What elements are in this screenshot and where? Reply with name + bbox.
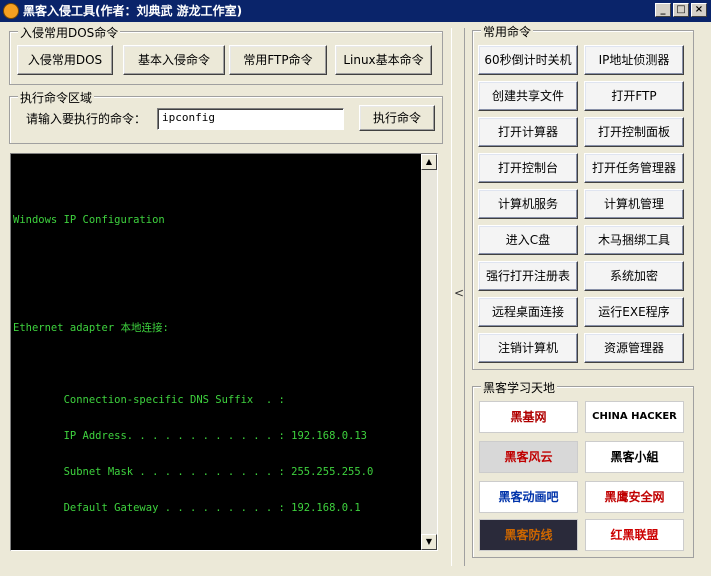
hacker-sites-group: 黑客学习天地 黑基网 CHINA HACKER 黑客风云 黑客小組 黑客动画吧 … <box>472 379 694 558</box>
window-title: 黑客入侵工具(作者：刘典武 游龙工作室) <box>23 4 243 18</box>
console-line: Default Gateway . . . . . . . . . : 192.… <box>13 502 361 514</box>
common-commands-title: 常用命令 <box>481 23 534 40</box>
open-control-panel-button[interactable]: 打开控制面板 <box>584 117 684 147</box>
hacker-group-logo[interactable]: 黑客小組 <box>585 441 684 473</box>
command-prompt-label: 请输入要执行的命令： <box>26 112 147 126</box>
open-task-manager-button[interactable]: 打开任务管理器 <box>584 153 684 183</box>
dos-group-title: 入侵常用DOS命令 <box>18 24 121 41</box>
app-icon <box>3 3 19 19</box>
ip-detector-button[interactable]: IP地址侦测器 <box>584 45 684 75</box>
exec-group-title: 执行命令区域 <box>18 89 95 106</box>
hackbase-logo[interactable]: 黑基网 <box>479 401 578 433</box>
console-output[interactable]: ​ Windows IP Configuration ​ ​ Ethernet … <box>10 153 438 551</box>
console-line: ​ <box>13 178 373 190</box>
enter-c-drive-button[interactable]: 进入C盘 <box>478 225 578 255</box>
collapse-arrow-icon[interactable]: < <box>454 286 464 300</box>
red-black-alliance-logo[interactable]: 红黑联盟 <box>585 519 684 551</box>
exec-command-group: 执行命令区域 请输入要执行的命令： ipconfig 执行命令 <box>9 89 443 144</box>
console-line: IP Address. . . . . . . . . . . . : 192.… <box>13 430 368 442</box>
console-text: ​ Windows IP Configuration ​ ​ Ethernet … <box>13 154 373 538</box>
intrusion-dos-button[interactable]: 入侵常用DOS <box>17 45 113 75</box>
china-hacker-logo[interactable]: CHINA HACKER <box>585 401 684 433</box>
hacker-style-logo[interactable]: 黑客风云 <box>479 441 578 473</box>
title-bar: 黑客入侵工具(作者：刘典武 游龙工作室) _ □ × <box>0 0 711 22</box>
remote-desktop-button[interactable]: 远程桌面连接 <box>478 297 578 327</box>
linux-commands-button[interactable]: Linux基本命令 <box>335 45 432 75</box>
basic-intrusion-button[interactable]: 基本入侵命令 <box>123 45 225 75</box>
system-encrypt-button[interactable]: 系统加密 <box>584 261 684 291</box>
console-scrollbar[interactable]: ▲ ▼ <box>421 154 437 550</box>
scroll-up-arrow-icon[interactable]: ▲ <box>421 154 437 170</box>
shutdown-timer-button[interactable]: 60秒倒计时关机 <box>478 45 578 75</box>
force-open-registry-button[interactable]: 强行打开注册表 <box>478 261 578 291</box>
run-exe-button[interactable]: 运行EXE程序 <box>584 297 684 327</box>
logoff-button[interactable]: 注销计算机 <box>478 333 578 363</box>
hacker-sites-title: 黑客学习天地 <box>481 379 558 396</box>
open-console-button[interactable]: 打开控制台 <box>478 153 578 183</box>
create-share-button[interactable]: 创建共享文件 <box>478 81 578 111</box>
ftp-commands-button[interactable]: 常用FTP命令 <box>229 45 327 75</box>
maximize-button[interactable]: □ <box>673 3 689 17</box>
console-line: Windows IP Configuration <box>13 214 165 226</box>
computer-management-button[interactable]: 计算机管理 <box>584 189 684 219</box>
panel-splitter[interactable]: < <box>451 28 465 566</box>
run-command-button[interactable]: 执行命令 <box>359 105 435 131</box>
explorer-button[interactable]: 资源管理器 <box>584 333 684 363</box>
console-line: ​ <box>13 286 373 298</box>
trojan-binder-button[interactable]: 木马捆绑工具 <box>584 225 684 255</box>
open-ftp-button[interactable]: 打开FTP <box>584 81 684 111</box>
common-commands-group: 常用命令 60秒倒计时关机 IP地址侦测器 创建共享文件 打开FTP 打开计算器… <box>472 23 694 370</box>
console-line: ​ <box>13 358 373 370</box>
open-calculator-button[interactable]: 打开计算器 <box>478 117 578 147</box>
console-line: Subnet Mask . . . . . . . . . . . : 255.… <box>13 466 374 478</box>
black-defense-logo[interactable]: 黑客防线 <box>479 519 578 551</box>
console-line: Connection-specific DNS Suffix . : <box>13 394 285 406</box>
hack58-logo[interactable]: 黑客动画吧 <box>479 481 578 513</box>
minimize-button[interactable]: _ <box>655 3 671 17</box>
scroll-down-arrow-icon[interactable]: ▼ <box>421 534 437 550</box>
computer-services-button[interactable]: 计算机服务 <box>478 189 578 219</box>
console-line: Ethernet adapter 本地连接: <box>13 322 169 334</box>
close-button[interactable]: × <box>691 3 707 17</box>
console-line: ​ <box>13 250 373 262</box>
dos-commands-group: 入侵常用DOS命令 入侵常用DOS 基本入侵命令 常用FTP命令 Linux基本… <box>9 24 443 85</box>
3800hk-logo[interactable]: 黑鹰安全网 <box>585 481 684 513</box>
command-input[interactable]: ipconfig <box>157 108 344 130</box>
